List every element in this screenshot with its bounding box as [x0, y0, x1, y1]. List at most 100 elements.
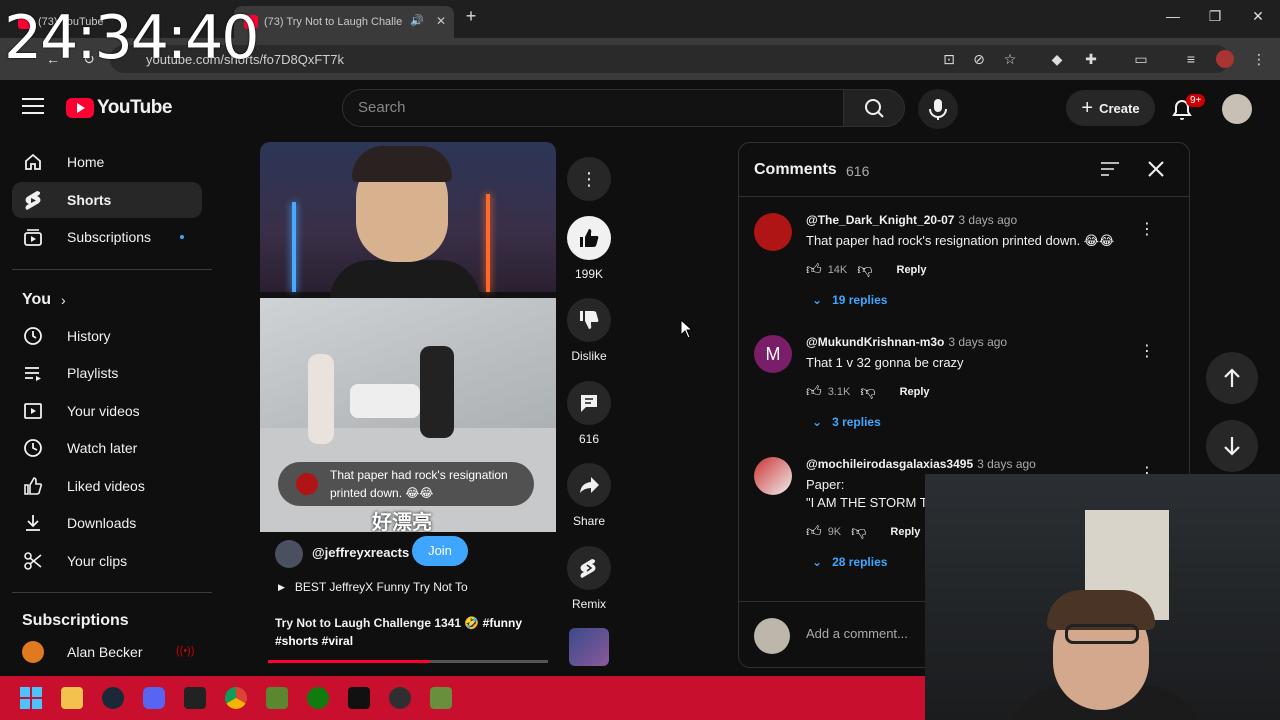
bookmark-star-icon[interactable]: ☆ — [1001, 50, 1019, 68]
plus-icon: + — [1081, 96, 1094, 119]
sidebar-item-downloads[interactable]: Downloads — [12, 505, 202, 541]
taskbar-chrome[interactable] — [215, 676, 256, 720]
share-button[interactable]: Share — [567, 463, 611, 528]
notification-count-badge: 9+ — [1186, 94, 1206, 107]
comment-avatar — [296, 473, 318, 495]
grass-block-icon — [429, 687, 452, 709]
sidebar-item-playlists[interactable]: Playlists — [12, 355, 202, 391]
join-button[interactable]: Join — [412, 536, 468, 566]
subscriptions-icon — [24, 229, 42, 246]
comment-dislike-icon[interactable]: 👎︎ — [860, 383, 875, 401]
comment-like-icon[interactable]: 👍︎ — [806, 523, 822, 541]
view-replies-button[interactable]: ⌄ 3 replies — [812, 415, 881, 429]
playlist-link[interactable]: ▶ BEST JeffreyX Funny Try Not To — [278, 580, 468, 594]
taskbar-file-explorer[interactable] — [51, 676, 92, 720]
browser-menu-icon[interactable]: ⋮ — [1250, 50, 1268, 68]
chevron-right-icon: › — [61, 292, 66, 308]
comment-reply-button[interactable]: Reply — [897, 264, 927, 276]
like-button[interactable]: 199K — [567, 216, 611, 281]
extension-icon[interactable]: ◆ — [1048, 50, 1066, 68]
taskbar-steam[interactable] — [92, 676, 133, 720]
next-short-button[interactable] — [1206, 420, 1258, 472]
comments-button[interactable]: 616 — [567, 381, 611, 446]
youtube-logo[interactable]: YouTube — [66, 97, 172, 119]
media-controls-icon[interactable]: ≡ — [1182, 50, 1200, 68]
view-replies-button[interactable]: ⌄ 19 replies — [812, 293, 887, 307]
kebab-menu-icon: ⋮ — [580, 168, 598, 189]
sidebar-item-shorts[interactable]: Shorts — [12, 182, 202, 218]
taskbar-xbox[interactable] — [297, 676, 338, 720]
tracking-blocked-icon[interactable]: ⊘ — [970, 50, 988, 68]
sidebar-item-your-clips[interactable]: Your clips — [12, 543, 202, 579]
comment-like-icon[interactable]: 👍︎ — [806, 261, 822, 279]
comment-reply-button[interactable]: Reply — [890, 526, 920, 538]
add-comment-input[interactable]: Add a comment... — [806, 626, 908, 641]
view-replies-button[interactable]: ⌄ 28 replies — [812, 555, 887, 569]
comment-menu-icon[interactable]: ⋮ — [1139, 341, 1155, 361]
sidebar-item-your-videos[interactable]: Your videos — [12, 393, 202, 429]
comment-author[interactable]: @MukundKrishnan-m3o — [806, 335, 944, 349]
sound-thumbnail[interactable] — [569, 628, 609, 666]
clips-icon — [24, 552, 42, 570]
minimize-button[interactable]: — — [1158, 8, 1188, 24]
sort-icon[interactable] — [1101, 161, 1119, 177]
comment-author[interactable]: @The_Dark_Knight_20-07 — [806, 213, 954, 227]
taskbar-discord[interactable] — [133, 676, 174, 720]
comment-avatar[interactable] — [754, 457, 792, 495]
voice-search-button[interactable] — [918, 89, 958, 129]
home-icon — [25, 153, 41, 170]
dislike-button[interactable]: Dislike — [567, 298, 611, 363]
new-tab-button[interactable]: + — [456, 6, 486, 27]
search-button[interactable] — [843, 89, 905, 127]
hamburger-menu-icon[interactable] — [22, 98, 44, 116]
sidebar-item-history[interactable]: History — [12, 318, 202, 354]
search-input[interactable]: Search — [342, 89, 844, 127]
maximize-button[interactable]: ❐ — [1200, 8, 1230, 25]
liked-videos-icon — [24, 477, 43, 495]
account-avatar[interactable] — [1222, 94, 1252, 124]
comment-like-icon[interactable]: 👍︎ — [806, 383, 822, 401]
more-options-button[interactable]: ⋮ — [567, 157, 611, 201]
remix-button[interactable]: Remix — [567, 546, 611, 611]
profile-icon[interactable] — [1216, 50, 1234, 68]
comment-text: That 1 v 32 gonna be crazy — [806, 355, 964, 370]
create-button[interactable]: + Create — [1066, 90, 1155, 126]
install-app-icon[interactable]: ⊡ — [940, 50, 958, 68]
downloads-icon — [26, 515, 40, 531]
taskbar-minecraft[interactable] — [256, 676, 297, 720]
channel-name[interactable]: @jeffreyxreacts — [312, 545, 409, 560]
comment-dislike-icon[interactable]: 👎︎ — [857, 261, 872, 279]
shorts-video-player[interactable]: That paper had rock's resignation printe… — [260, 142, 556, 666]
taskbar-minecraft-launcher[interactable] — [420, 676, 461, 720]
taskbar-obs[interactable] — [379, 676, 420, 720]
close-window-button[interactable]: ✕ — [1243, 8, 1273, 25]
taskbar-capcut[interactable] — [338, 676, 379, 720]
taskbar-roblox[interactable] — [174, 676, 215, 720]
comment-like-count: 14K — [827, 264, 848, 276]
sidebar-you-heading[interactable]: You › — [22, 291, 66, 309]
close-tab-icon[interactable]: ✕ — [436, 14, 446, 28]
start-button[interactable] — [10, 676, 51, 720]
audio-playing-icon[interactable]: 🔊 — [410, 14, 424, 27]
comment-dislike-icon[interactable]: 👎︎ — [851, 523, 866, 541]
previous-short-button[interactable] — [1206, 352, 1258, 404]
comment-avatar[interactable] — [754, 213, 792, 251]
video-progress-bar[interactable] — [268, 660, 548, 663]
comment-reply-button[interactable]: Reply — [900, 386, 930, 398]
sidebar-sub-alan-becker[interactable]: Alan Becker ((•)) — [12, 634, 202, 670]
arrow-up-icon — [1224, 368, 1240, 387]
sidebar-item-subscriptions[interactable]: Subscriptions — [12, 219, 202, 255]
channel-avatar[interactable] — [275, 540, 303, 568]
minecraft-icon — [265, 687, 288, 709]
sidebar-item-home[interactable]: Home — [12, 144, 202, 180]
sidebar-item-watch-later[interactable]: Watch later — [12, 430, 202, 466]
split-view-icon[interactable]: ▭ — [1132, 50, 1150, 68]
comment-menu-icon[interactable]: ⋮ — [1139, 219, 1155, 239]
puzzle-extensions-icon[interactable]: ✚ — [1082, 50, 1100, 68]
comment-avatar[interactable]: M — [754, 335, 792, 373]
comment-author[interactable]: @mochileirodasgalaxias3495 — [806, 457, 973, 471]
tab-try-not-to-laugh[interactable]: (73) Try Not to Laugh Challe 🔊 ✕ — [234, 6, 454, 38]
sidebar-item-liked-videos[interactable]: Liked videos — [12, 468, 202, 504]
close-icon[interactable] — [1147, 160, 1165, 178]
video-info: @jeffreyxreacts Join ▶ BEST JeffreyX Fun… — [260, 532, 556, 666]
